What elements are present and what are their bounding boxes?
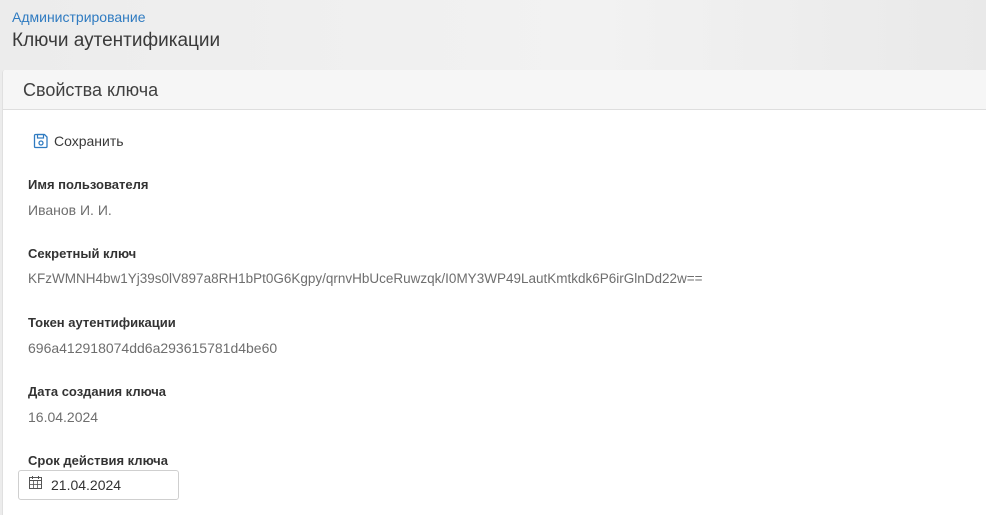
username-value: Иванов И. И. [28,202,112,218]
save-icon [33,133,49,149]
created-date-value: 16.04.2024 [28,409,99,425]
secret-key-value: KFzWMNH4bw1Yj39s0lV897a8RH1bPt0G6Kgpy/qr… [28,271,703,286]
key-properties-panel: Свойства ключа Сохранить Имя пользовател… [2,70,986,515]
auth-token-label: Токен аутентификации [28,315,176,330]
panel-header: Свойства ключа [3,70,986,110]
auth-token-value: 696a412918074dd6a293615781d4be60 [28,340,278,356]
save-button[interactable]: Сохранить [33,130,124,152]
calendar-icon[interactable] [29,476,42,494]
save-button-label: Сохранить [54,133,124,149]
page-header: Администрирование Ключи аутентификации [0,0,986,70]
panel-title: Свойства ключа [23,80,159,100]
expiry-date-value: 21.04.2024 [51,477,122,493]
breadcrumb-administration-link[interactable]: Администрирование [12,9,146,25]
page-title: Ключи аутентификации [12,30,221,51]
expiry-date-input[interactable]: 21.04.2024 [18,470,179,500]
username-label: Имя пользователя [28,177,149,192]
secret-key-label: Секретный ключ [28,246,137,261]
expiry-date-label: Срок действия ключа [28,453,168,468]
created-date-label: Дата создания ключа [28,384,166,399]
